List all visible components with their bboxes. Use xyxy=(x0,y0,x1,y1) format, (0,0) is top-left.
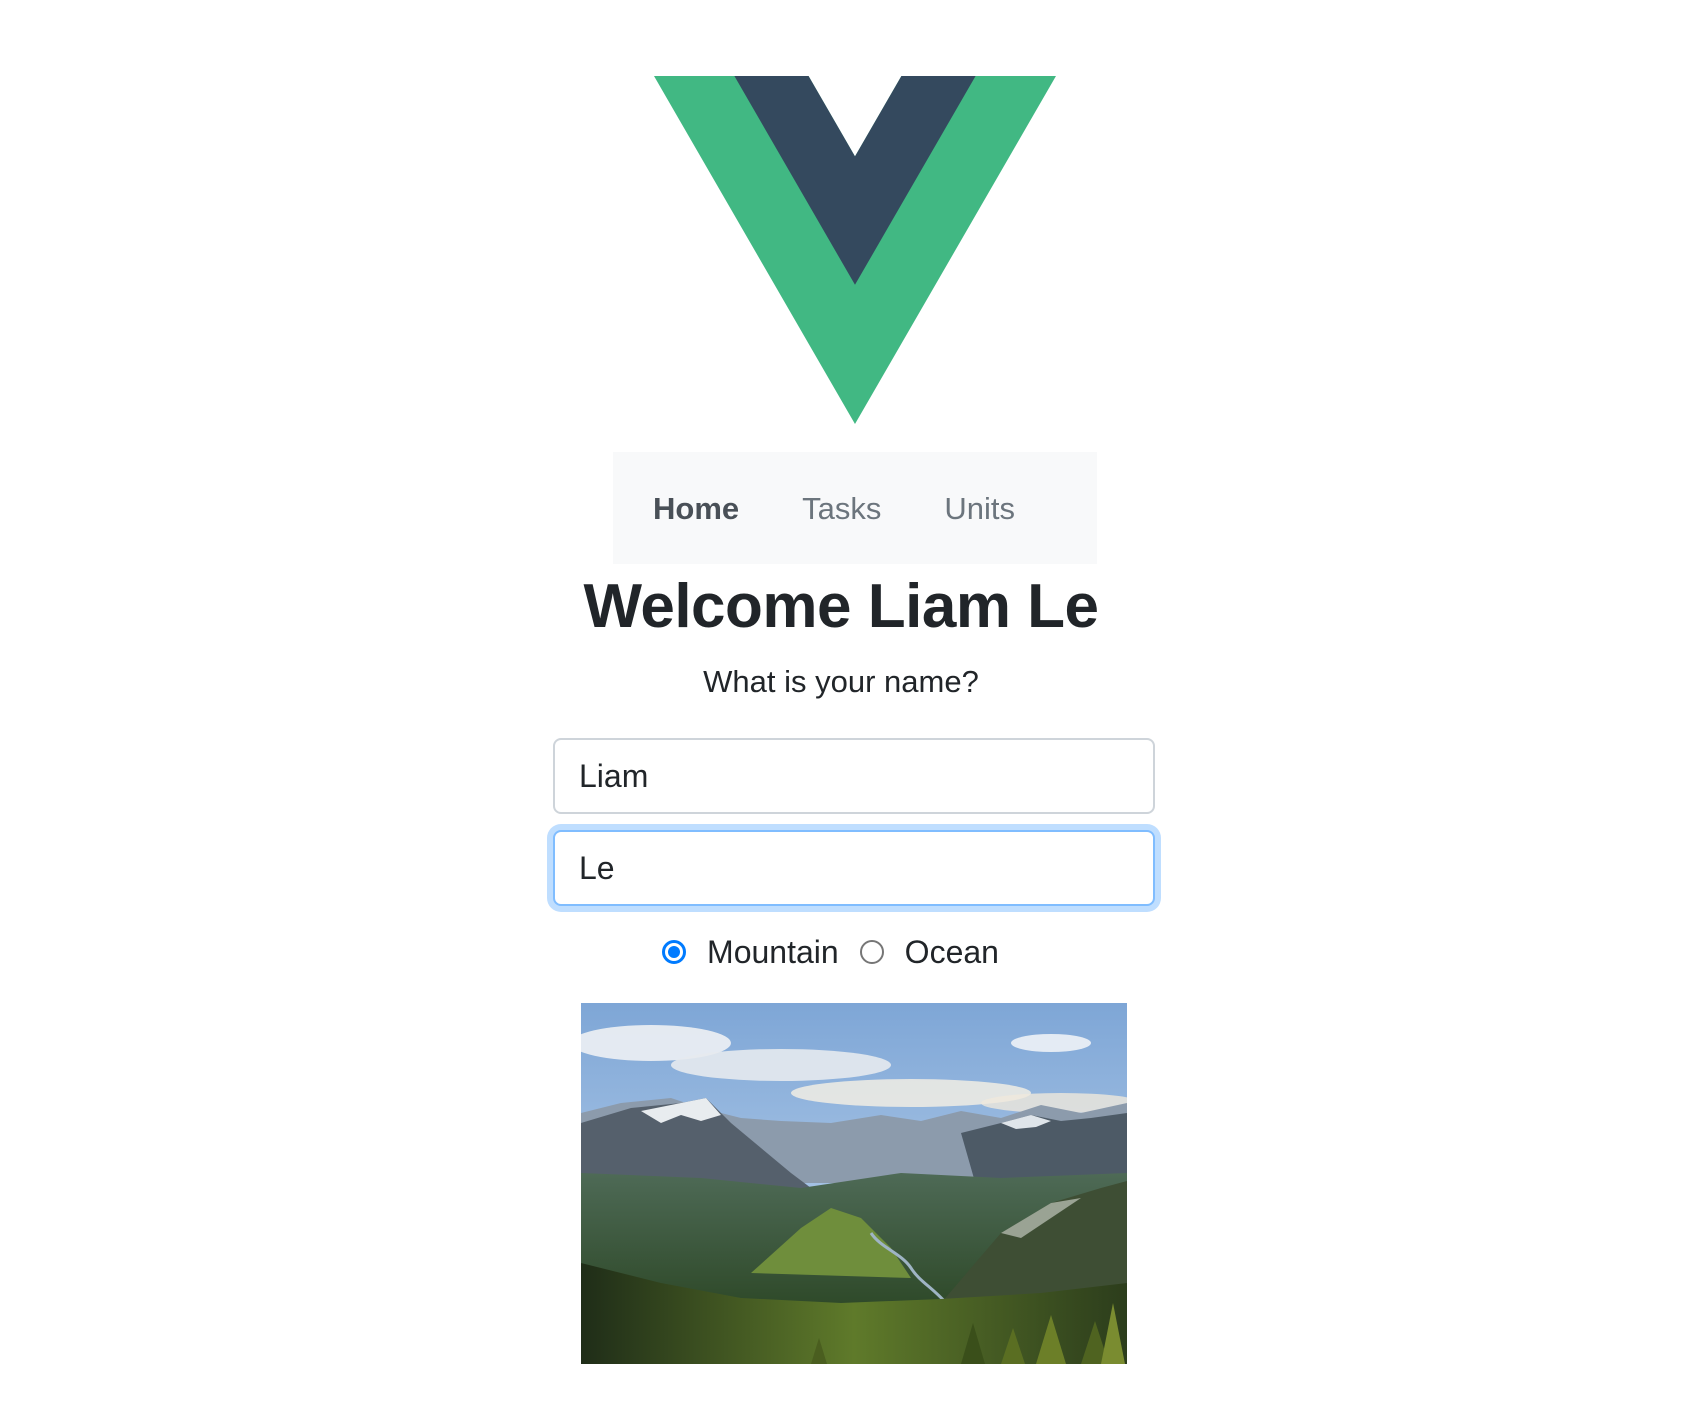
vue-logo-graphic xyxy=(654,76,1056,424)
name-question-label: What is your name? xyxy=(703,664,979,699)
main-navbar: Home Tasks Units xyxy=(613,452,1097,564)
vue-logo xyxy=(654,76,1056,424)
scenery-radio-group: Mountain Ocean xyxy=(0,930,1682,974)
ocean-radio-label[interactable]: Ocean xyxy=(905,934,999,971)
app-root: Home Tasks Units Welcome Liam Le What is… xyxy=(0,0,1682,1424)
mountain-landscape-image xyxy=(581,1003,1127,1364)
nav-home-link[interactable]: Home xyxy=(653,493,739,524)
welcome-heading: Welcome Liam Le xyxy=(583,572,1099,641)
mountain-radio-label[interactable]: Mountain xyxy=(707,934,839,971)
mountain-radio[interactable] xyxy=(662,940,687,964)
landscape-illustration xyxy=(581,1003,1127,1364)
ocean-radio[interactable] xyxy=(859,940,884,964)
nav-tasks-link[interactable]: Tasks xyxy=(802,493,881,524)
first-name-input[interactable] xyxy=(553,738,1155,814)
last-name-input[interactable] xyxy=(553,830,1155,906)
nav-units-link[interactable]: Units xyxy=(944,493,1015,524)
